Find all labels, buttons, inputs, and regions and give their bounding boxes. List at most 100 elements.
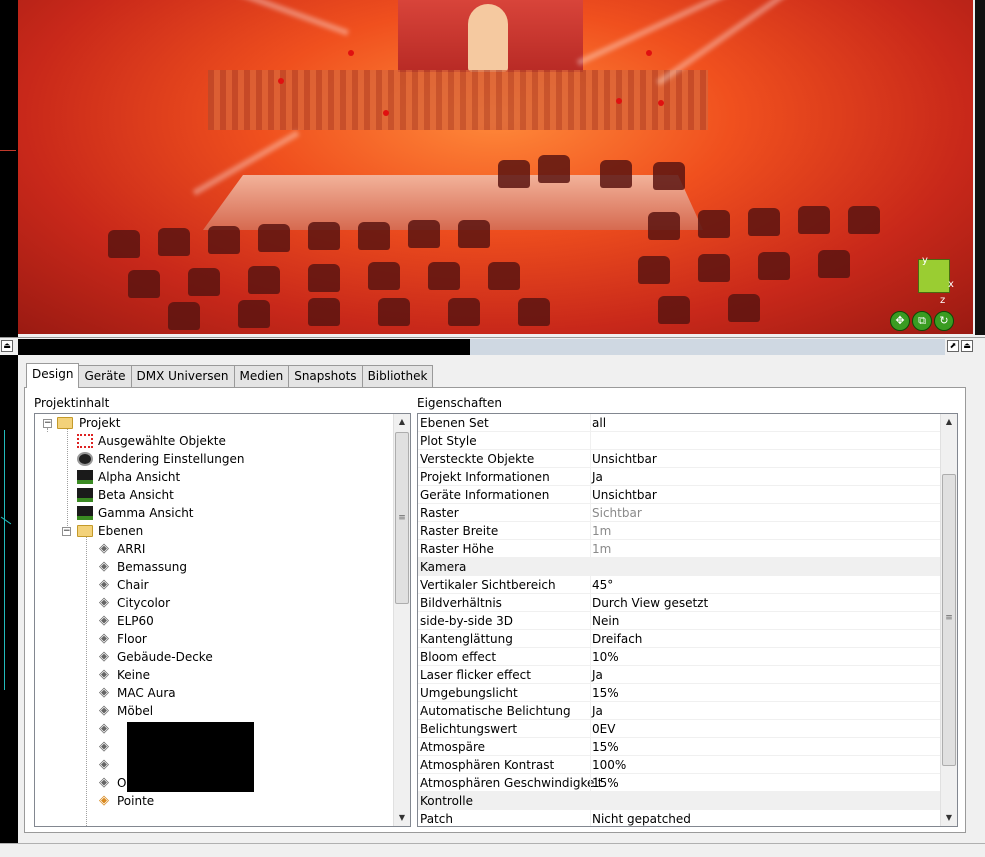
tree-item[interactable]: Alpha Ansicht: [35, 468, 393, 486]
audience-chair: [728, 294, 760, 322]
property-value[interactable]: Sichtbar: [592, 504, 642, 522]
tab-dmx-universen[interactable]: DMX Universen: [130, 365, 235, 388]
properties-scrollbar[interactable]: ▲ ≡ ▼: [940, 414, 957, 826]
layer-item[interactable]: ◈ Pointe: [35, 792, 393, 810]
property-value[interactable]: 45°: [592, 576, 613, 594]
property-value[interactable]: 0EV: [592, 720, 615, 738]
stage-chair: [600, 160, 632, 188]
property-row[interactable]: Ebenen Set all: [418, 414, 940, 432]
property-row[interactable]: Atmospäre 15%: [418, 738, 940, 756]
tree-item[interactable]: Beta Ansicht: [35, 486, 393, 504]
tab-bibliothek[interactable]: Bibliothek: [361, 365, 434, 388]
scroll-thumb[interactable]: ≡: [942, 474, 956, 766]
tree-item[interactable]: Ausgewählte Objekte: [35, 432, 393, 450]
property-value[interactable]: 15%: [592, 774, 619, 792]
property-value[interactable]: 10%: [592, 648, 619, 666]
collapse-icon[interactable]: −: [43, 419, 52, 428]
tree-item-project[interactable]: − Projekt: [35, 414, 393, 432]
property-row[interactable]: Kantenglättung Dreifach: [418, 630, 940, 648]
tree-scrollbar[interactable]: ▲ ≡ ▼: [393, 414, 410, 826]
scroll-down-icon[interactable]: ▼: [394, 810, 410, 826]
scroll-up-icon[interactable]: ▲: [394, 414, 410, 430]
property-row[interactable]: Atmosphären Kontrast 100%: [418, 756, 940, 774]
layers-icon[interactable]: ⧉: [912, 311, 932, 331]
property-row[interactable]: Umgebungslicht 15%: [418, 684, 940, 702]
property-row[interactable]: Belichtungswert 0EV: [418, 720, 940, 738]
property-value[interactable]: Dreifach: [592, 630, 642, 648]
layer-item[interactable]: ◈ Chair: [35, 576, 393, 594]
property-row[interactable]: Patch Nicht gepatched: [418, 810, 940, 826]
property-row[interactable]: Bildverhältnis Durch View gesetzt: [418, 594, 940, 612]
property-value[interactable]: Durch View gesetzt: [592, 594, 708, 612]
property-row[interactable]: side-by-side 3D Nein: [418, 612, 940, 630]
tree-item[interactable]: Gamma Ansicht: [35, 504, 393, 522]
property-row[interactable]: Raster Höhe 1m: [418, 540, 940, 558]
audience-chair: [448, 298, 480, 326]
tree-item[interactable]: Rendering Einstellungen: [35, 450, 393, 468]
layer-item[interactable]: ◈ Citycolor: [35, 594, 393, 612]
fixture: [278, 78, 284, 84]
property-value[interactable]: Unsichtbar: [592, 486, 657, 504]
tab-geraete[interactable]: Geräte: [78, 365, 132, 388]
audience-chair: [658, 296, 690, 324]
3d-viewport[interactable]: y x z ✥ ⧉ ↻: [18, 0, 973, 334]
dock-up-icon[interactable]: ⏏: [961, 340, 973, 352]
redacted-area: [127, 722, 254, 792]
layer-item[interactable]: ◈ Keine: [35, 666, 393, 684]
layer-item[interactable]: ◈ Gebäude-Decke: [35, 648, 393, 666]
property-value[interactable]: all: [592, 414, 606, 432]
property-key: Vertikaler Sichtbereich: [420, 578, 556, 592]
tab-design[interactable]: Design: [26, 363, 80, 388]
property-value[interactable]: 15%: [592, 738, 619, 756]
tree-label: Ausgewählte Objekte: [98, 434, 226, 448]
tab-medien[interactable]: Medien: [233, 365, 290, 388]
property-value[interactable]: 100%: [592, 756, 626, 774]
property-row[interactable]: Geräte Informationen Unsichtbar: [418, 486, 940, 504]
pin-icon[interactable]: ⬈: [947, 340, 959, 352]
property-row[interactable]: Vertikaler Sichtbereich 45°: [418, 576, 940, 594]
view-cube-gizmo[interactable]: y x z ✥ ⧉ ↻: [890, 255, 958, 333]
property-row[interactable]: Raster Sichtbar: [418, 504, 940, 522]
dock-up-icon[interactable]: ⏏: [1, 340, 13, 352]
property-row[interactable]: Projekt Informationen Ja: [418, 468, 940, 486]
column-separator: [590, 684, 591, 702]
property-key: Kamera: [420, 560, 467, 574]
property-row[interactable]: Versteckte Objekte Unsichtbar: [418, 450, 940, 468]
tree-item-layers[interactable]: − Ebenen: [35, 522, 393, 540]
scroll-thumb[interactable]: ≡: [395, 432, 409, 604]
property-value[interactable]: 15%: [592, 684, 619, 702]
layer-item[interactable]: ◈ MAC Aura: [35, 684, 393, 702]
property-value[interactable]: 1m: [592, 522, 611, 540]
property-value[interactable]: Nein: [592, 612, 619, 630]
property-category[interactable]: Kamera: [418, 558, 940, 576]
collapse-icon[interactable]: −: [62, 527, 71, 536]
property-value[interactable]: Nicht gepatched: [592, 810, 691, 826]
layer-item[interactable]: ◈ ARRI: [35, 540, 393, 558]
property-value[interactable]: 1m: [592, 540, 611, 558]
property-category[interactable]: Kontrolle: [418, 792, 940, 810]
move-icon[interactable]: ✥: [890, 311, 910, 331]
property-row[interactable]: Bloom effect 10%: [418, 648, 940, 666]
tab-snapshots[interactable]: Snapshots: [288, 365, 363, 388]
rotate-icon[interactable]: ↻: [934, 311, 954, 331]
project-tree[interactable]: − Projekt Ausgewählte Objekte Rendering …: [34, 413, 411, 827]
property-value[interactable]: Unsichtbar: [592, 450, 657, 468]
properties-grid[interactable]: Ebenen Set all Plot Style Versteckte Objekt…: [417, 413, 958, 827]
splitter-bar[interactable]: ⏏ ⬈ ⏏: [0, 337, 985, 355]
layer-icon: ◈: [99, 793, 109, 808]
scroll-up-icon[interactable]: ▲: [941, 414, 957, 430]
layer-item[interactable]: ◈ ELP60: [35, 612, 393, 630]
layer-item[interactable]: ◈ Floor: [35, 630, 393, 648]
property-row[interactable]: Raster Breite 1m: [418, 522, 940, 540]
property-value[interactable]: Ja: [592, 666, 603, 684]
property-row[interactable]: Atmosphären Geschwindigkeit 15%: [418, 774, 940, 792]
property-row[interactable]: Plot Style: [418, 432, 940, 450]
property-value[interactable]: Ja: [592, 702, 603, 720]
property-value[interactable]: Ja: [592, 468, 603, 486]
property-row[interactable]: Automatische Belichtung Ja: [418, 702, 940, 720]
layer-item[interactable]: ◈ Bemassung: [35, 558, 393, 576]
scroll-down-icon[interactable]: ▼: [941, 810, 957, 826]
audience-chair: [158, 228, 190, 256]
property-row[interactable]: Laser flicker effect Ja: [418, 666, 940, 684]
layer-item[interactable]: ◈ Möbel: [35, 702, 393, 720]
